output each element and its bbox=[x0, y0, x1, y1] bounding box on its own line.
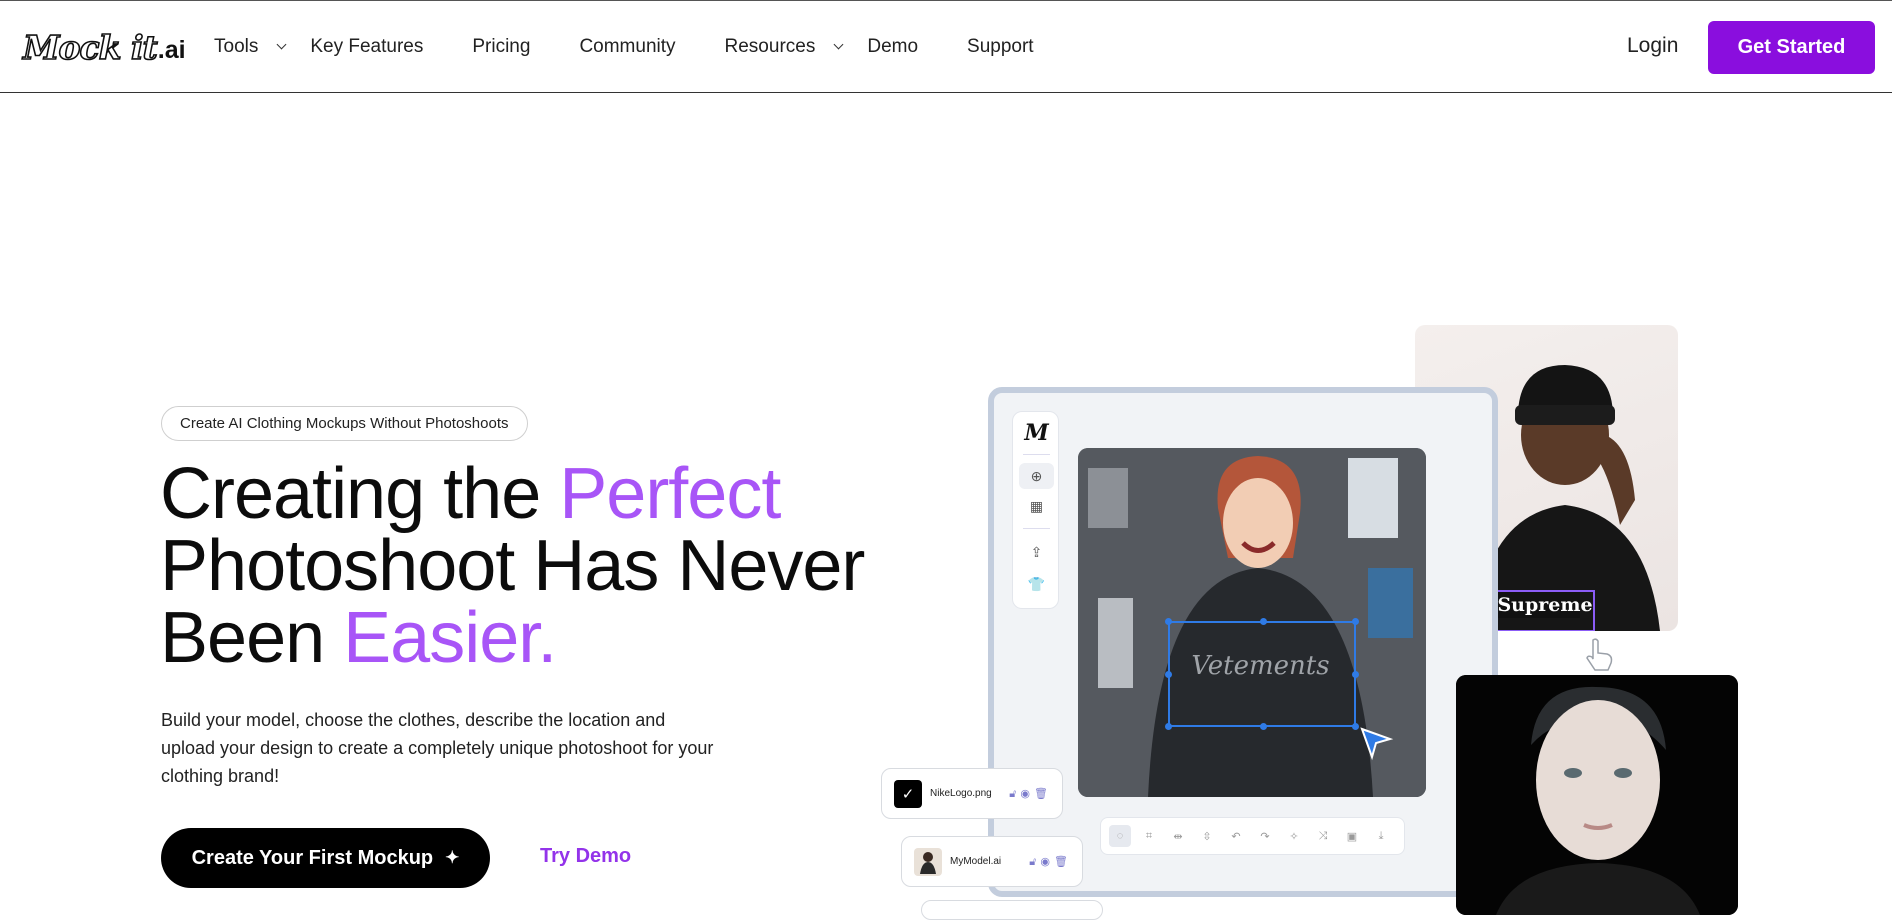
resize-handle[interactable] bbox=[1260, 723, 1267, 730]
resize-handle[interactable] bbox=[1165, 618, 1172, 625]
flip-vertical-icon[interactable]: ⇳ bbox=[1196, 825, 1218, 847]
logo-script-text: Mock it bbox=[22, 28, 158, 68]
main-nav: Tools Key Features Pricing Community Res… bbox=[214, 1, 1034, 93]
toolbar-divider bbox=[1023, 454, 1050, 455]
save-icon[interactable]: ▣ bbox=[1341, 825, 1363, 847]
shirt-icon[interactable]: 👕 bbox=[1013, 576, 1060, 593]
shuffle-icon[interactable]: ⤨ bbox=[1312, 825, 1334, 847]
grid-icon[interactable]: ▦ bbox=[1013, 498, 1060, 515]
hero-badge: Create AI Clothing Mockups Without Photo… bbox=[161, 406, 528, 441]
layer-item[interactable]: MyModel.ai 🔓︎◉🗑︎ bbox=[901, 836, 1083, 887]
headline-plain-1: Creating the bbox=[160, 454, 560, 534]
crop-icon[interactable]: ⌗ bbox=[1138, 825, 1160, 847]
model-front-illustration bbox=[1456, 675, 1738, 915]
site-header: Mock it .ai Tools Key Features Pricing C… bbox=[0, 1, 1892, 93]
headline-accent-easier: Easier. bbox=[343, 598, 557, 678]
nav-label-pricing: Pricing bbox=[472, 36, 531, 57]
resize-handle[interactable] bbox=[1165, 723, 1172, 730]
chevron-down-icon bbox=[833, 39, 844, 50]
layer-name: NikeLogo.png bbox=[930, 788, 992, 799]
nike-logo-thumbnail: ✓ bbox=[894, 779, 922, 808]
editor-bottom-toolbar: ◌ ⌗ ⇹ ⇳ ↶ ↷ ✧ ⤨ ▣ ⤓ bbox=[1100, 817, 1405, 855]
headline-plain-3: Been bbox=[160, 598, 344, 678]
add-icon[interactable]: ⊕ bbox=[1019, 463, 1054, 489]
tool-logo-icon: M bbox=[1024, 420, 1049, 446]
resize-handle[interactable] bbox=[1260, 618, 1267, 625]
nav-item-community[interactable]: Community bbox=[579, 36, 675, 58]
create-mockup-label: Create Your First Mockup bbox=[191, 846, 434, 869]
redo-icon[interactable]: ↷ bbox=[1254, 825, 1276, 847]
layer-name: MyModel.ai bbox=[950, 856, 1002, 867]
sparkle-icon: ✦ bbox=[445, 848, 460, 867]
lock-icon[interactable]: 🔓︎ bbox=[1029, 856, 1040, 868]
trash-icon[interactable]: 🗑︎ bbox=[1034, 788, 1052, 800]
nav-label-community: Community bbox=[579, 36, 676, 57]
nav-item-demo[interactable]: Demo bbox=[867, 36, 918, 58]
eye-icon[interactable]: ◉ bbox=[1040, 856, 1054, 868]
layer-item[interactable]: ✓ NikeLogo.png 🔓︎◉🗑︎ bbox=[881, 768, 1063, 819]
lasso-icon[interactable]: ◌ bbox=[1109, 825, 1131, 847]
headline-line-2: Photoshoot Has Never bbox=[160, 526, 865, 606]
nav-item-resources[interactable]: Resources bbox=[724, 36, 844, 58]
nav-item-pricing[interactable]: Pricing bbox=[472, 36, 530, 58]
nav-label-tools: Tools bbox=[214, 36, 259, 57]
upload-icon[interactable]: ⇪ bbox=[1013, 544, 1060, 561]
resize-handle[interactable] bbox=[1165, 671, 1172, 678]
eye-icon[interactable]: ◉ bbox=[1020, 788, 1034, 800]
print-selection-box[interactable] bbox=[1165, 618, 1359, 730]
resize-handle[interactable] bbox=[1352, 618, 1359, 625]
editor-left-toolbar: M ⊕ ▦ ⇪ 👕 bbox=[1012, 411, 1059, 609]
layer-item[interactable] bbox=[921, 900, 1103, 920]
cursor-pointer-icon bbox=[1360, 727, 1394, 761]
print-selection-box[interactable] bbox=[1495, 590, 1595, 631]
toolbar-divider bbox=[1023, 528, 1050, 529]
trash-icon[interactable]: 🗑︎ bbox=[1054, 856, 1072, 868]
nav-item-tools[interactable]: Tools bbox=[214, 36, 287, 58]
model-thumbnail bbox=[914, 847, 942, 876]
nav-label-support: Support bbox=[967, 36, 1034, 57]
login-link[interactable]: Login bbox=[1627, 34, 1678, 58]
undo-icon[interactable]: ↶ bbox=[1225, 825, 1247, 847]
hand-cursor-icon bbox=[1586, 638, 1613, 671]
hero-description: Build your model, choose the clothes, de… bbox=[161, 710, 714, 786]
nav-label-resources: Resources bbox=[724, 36, 816, 57]
hero-headline: Creating the Perfect Photoshoot Has Neve… bbox=[160, 458, 865, 674]
nav-item-key-features[interactable]: Key Features bbox=[310, 36, 423, 58]
try-demo-link[interactable]: Try Demo bbox=[540, 845, 631, 868]
headline-line-3: Been Easier. bbox=[160, 602, 864, 674]
create-mockup-button[interactable]: Create Your First Mockup ✦ bbox=[161, 828, 490, 888]
logo-suffix: .ai bbox=[157, 36, 186, 64]
nav-item-support[interactable]: Support bbox=[967, 36, 1034, 58]
resize-handle[interactable] bbox=[1352, 671, 1359, 678]
download-icon[interactable]: ⤓ bbox=[1370, 825, 1392, 847]
layer-actions[interactable]: 🔓︎◉🗑︎ bbox=[1029, 855, 1072, 869]
nav-label-key-features: Key Features bbox=[310, 36, 424, 57]
model-photo-front bbox=[1456, 675, 1738, 915]
mockit-logo[interactable]: Mock it .ai bbox=[22, 27, 186, 68]
headline-accent-perfect: Perfect bbox=[559, 454, 781, 534]
layer-actions[interactable]: 🔓︎◉🗑︎ bbox=[1009, 787, 1052, 801]
headline-line-1: Creating the Perfect bbox=[160, 458, 864, 530]
get-started-button[interactable]: Get Started bbox=[1708, 21, 1875, 74]
lock-icon[interactable]: 🔓︎ bbox=[1009, 788, 1020, 800]
chevron-down-icon bbox=[276, 39, 287, 50]
magic-wand-icon[interactable]: ✧ bbox=[1283, 825, 1305, 847]
flip-horizontal-icon[interactable]: ⇹ bbox=[1167, 825, 1189, 847]
nav-label-demo: Demo bbox=[867, 36, 919, 57]
